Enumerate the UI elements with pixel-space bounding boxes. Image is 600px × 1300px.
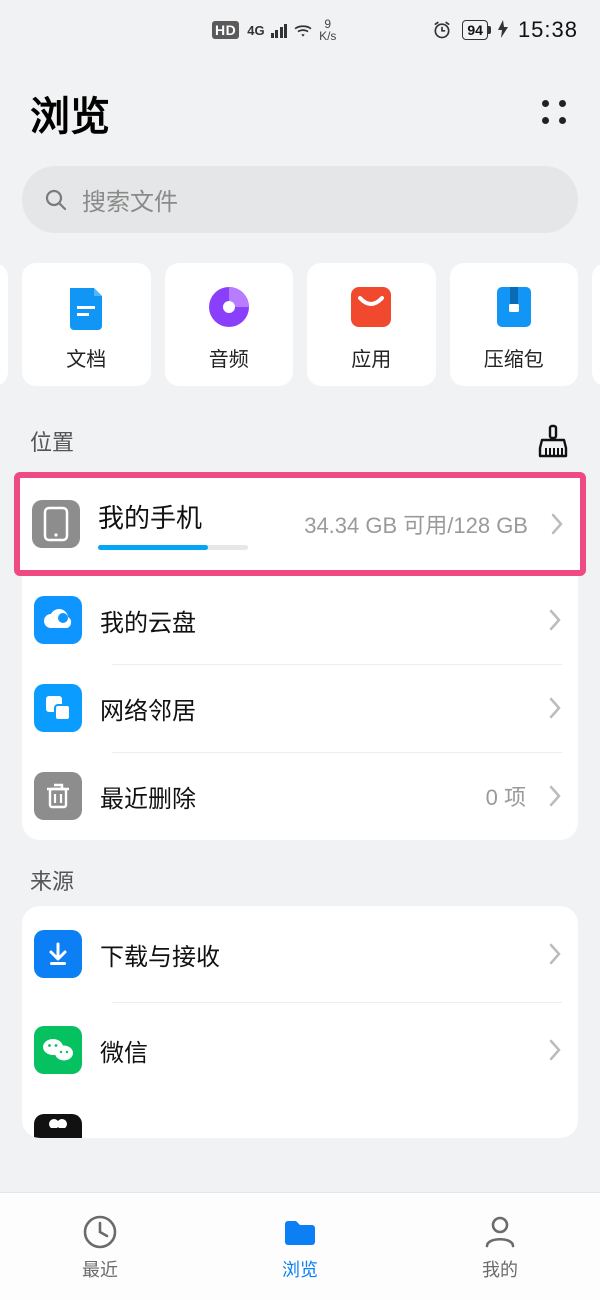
nav-label: 最近 [82,1256,118,1282]
list-item-title: 最近删除 [100,779,196,814]
search-input[interactable]: 搜索文件 [22,166,578,233]
location-network[interactable]: 网络邻居 [22,664,578,752]
wechat-icon [34,1026,82,1074]
storage-bar [98,545,248,550]
list-item-title: 微信 [100,1033,148,1068]
alarm-icon [432,20,452,40]
source-downloads[interactable]: 下载与接收 [22,906,578,1002]
section-title: 位置 [30,425,74,457]
signal-icon [271,22,288,38]
hd-badge: HD [212,21,239,39]
search-container: 搜索文件 [0,166,600,253]
search-icon [44,188,68,212]
category-row[interactable]: 文档 音频 应用 压缩包 [0,253,600,396]
status-left: HD 4G 9 K/s [212,18,336,42]
category-label: 文档 [66,343,106,372]
chevron-right-icon [548,784,562,808]
archive-icon [490,283,538,331]
status-right: 94 15:38 [432,17,578,43]
network-icon [34,684,82,732]
nav-label: 我的 [482,1256,518,1282]
net-speed: 9 K/s [319,18,336,42]
trash-icon [34,772,82,820]
network-type: 4G [247,23,264,38]
list-item-title: 网络邻居 [100,691,196,726]
sources-section-title: 来源 [0,840,600,906]
category-documents[interactable]: 文档 [22,263,151,386]
chevron-right-icon [548,1038,562,1062]
list-item-title: 我的手机 [98,498,248,535]
chevron-right-icon [548,608,562,632]
category-apps[interactable]: 应用 [307,263,436,386]
cleanup-icon[interactable] [536,424,570,458]
chevron-right-icon [548,696,562,720]
battery-indicator: 94 [462,20,488,40]
location-trash[interactable]: 最近删除 0 项 [22,752,578,840]
category-edge-left [0,263,8,386]
wifi-icon [293,22,313,38]
status-bar: HD 4G 9 K/s 94 15:38 [0,0,600,60]
document-icon [62,283,110,331]
download-icon [34,930,82,978]
folder-icon [280,1212,320,1252]
charging-icon [498,20,508,41]
audio-icon [205,283,253,331]
location-my-phone[interactable]: 我的手机 34.34 GB 可用/128 GB [20,478,580,570]
chevron-right-icon [550,512,564,536]
clock-time: 15:38 [518,17,578,43]
storage-text: 34.34 GB 可用/128 GB [304,508,528,540]
person-icon [480,1212,520,1252]
nav-recent[interactable]: 最近 [0,1193,200,1300]
sources-list: 下载与接收 微信 [22,906,578,1138]
location-cloud[interactable]: 我的云盘 [22,576,578,664]
more-menu-button[interactable] [540,98,570,128]
cloud-icon [34,596,82,644]
category-label: 音频 [209,343,249,372]
category-audio[interactable]: 音频 [165,263,294,386]
category-archives[interactable]: 压缩包 [450,263,579,386]
page-title: 浏览 [30,84,110,142]
app-icon [347,283,395,331]
nav-browse[interactable]: 浏览 [200,1193,400,1300]
nav-label: 浏览 [282,1256,318,1282]
clock-icon [80,1212,120,1252]
nav-mine[interactable]: 我的 [400,1193,600,1300]
list-item-title: 下载与接收 [100,937,220,972]
search-placeholder: 搜索文件 [82,182,178,217]
locations-header: 位置 [0,396,600,466]
highlight-my-phone: 我的手机 34.34 GB 可用/128 GB [14,472,586,576]
phone-icon [32,500,80,548]
source-wechat[interactable]: 微信 [22,1002,578,1098]
category-edge-right [592,263,600,386]
partial-app-icon [34,1114,82,1138]
chevron-right-icon [548,942,562,966]
trash-count: 0 项 [486,780,526,812]
source-item-partial[interactable] [22,1098,578,1138]
list-item-title: 我的云盘 [100,603,196,638]
locations-list: 我的云盘 网络邻居 最近删除 0 项 [22,576,578,840]
page-header: 浏览 [0,60,600,166]
category-label: 应用 [351,343,391,372]
category-label: 压缩包 [484,343,544,372]
bottom-nav: 最近 浏览 我的 [0,1192,600,1300]
